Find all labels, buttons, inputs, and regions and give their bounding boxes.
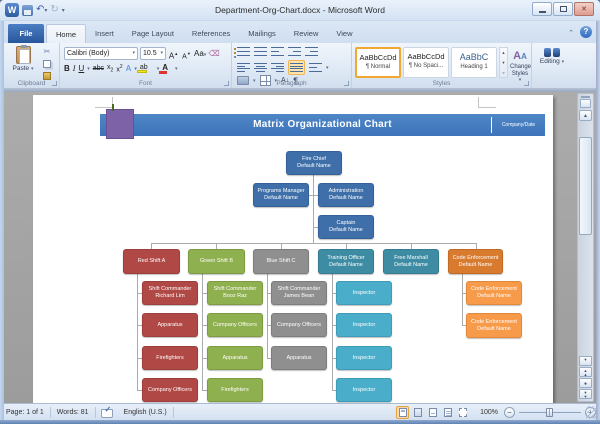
spell-check-icon[interactable] (100, 405, 113, 418)
org-connector (267, 274, 268, 359)
code-enforcement-1-box[interactable]: Code Enforcement Default Name (466, 281, 522, 305)
status-bar: Page: 1 of 1 Words: 81 English (U.S.) 10… (0, 403, 600, 420)
shift-commander-red-box[interactable]: Shift Commander Richard Lim (142, 281, 198, 305)
green-shift-b-box[interactable]: Green Shift B (188, 249, 245, 274)
captain-box[interactable]: Captain Default Name (318, 215, 374, 239)
scroll-up-button[interactable]: ▲ (579, 110, 592, 121)
zoom-slider[interactable] (519, 406, 581, 419)
window-border-left (0, 21, 4, 420)
red-shift-a-box[interactable]: Red Shift A (123, 249, 180, 274)
zoom-out-button[interactable]: − (504, 406, 515, 418)
view-ruler-button[interactable] (580, 99, 591, 108)
view-web-layout-button[interactable] (426, 406, 439, 419)
firefighters-red-box[interactable]: Firefighters (142, 346, 198, 370)
zoom-level[interactable]: 100% (480, 409, 498, 416)
word-window: W ↶▾ ↻ ▾ Department-Org-Chart.docx - Mic… (0, 0, 600, 424)
scroll-down-button[interactable]: ▼ (579, 356, 592, 366)
firefighters-green-box[interactable]: Firefighters (207, 378, 263, 402)
org-connector (137, 274, 138, 391)
next-page-button[interactable]: ▼ ▼ (579, 389, 592, 399)
page-indicator[interactable]: Page: 1 of 1 (0, 409, 50, 416)
inspector-3-box[interactable]: Inspector (336, 346, 392, 370)
window-border-right (596, 21, 600, 420)
word-count[interactable]: Words: 81 (51, 409, 95, 416)
inspector-4-box[interactable]: Inspector (336, 378, 392, 402)
zoom-slider-thumb[interactable] (546, 407, 553, 417)
fire-chief-box[interactable]: Fire Chief Default Name (286, 151, 342, 175)
select-browse-object-button[interactable]: ● (579, 378, 592, 388)
window-border-bottom (0, 420, 600, 424)
code-enforcement-box[interactable]: Code Enforcement Default Name (448, 249, 503, 274)
company-officers-gray-box[interactable]: Company Officers (271, 313, 327, 337)
programs-manager-box[interactable]: Programs Manager Default Name (253, 183, 309, 207)
inspector-1-box[interactable]: Inspector (336, 281, 392, 305)
view-full-screen-button[interactable] (411, 406, 424, 419)
apparatus-red-box[interactable]: Apparatus (142, 313, 198, 337)
administration-box[interactable]: Administration Default Name (318, 183, 374, 207)
apparatus-green-box[interactable]: Apparatus (207, 346, 263, 370)
view-print-layout-button[interactable] (396, 405, 410, 419)
training-officer-box[interactable]: Training Officer Default Name (318, 249, 374, 274)
org-connector (332, 274, 333, 391)
inspector-2-box[interactable]: Inspector (336, 313, 392, 337)
view-draft-button[interactable] (456, 406, 469, 419)
vertical-scrollbar[interactable]: ▲ ▼ ▲ ▲ ● ▼ ▼ (577, 93, 594, 402)
previous-page-button[interactable]: ▲ ▲ (579, 367, 592, 377)
org-connector (313, 175, 314, 244)
blue-shift-c-box[interactable]: Blue Shift C (253, 249, 309, 274)
scroll-thumb[interactable] (579, 137, 592, 235)
company-officers-red-box[interactable]: Company Officers (142, 378, 198, 402)
apparatus-gray-box[interactable]: Apparatus (271, 346, 327, 370)
company-officers-green-box[interactable]: Company Officers (207, 313, 263, 337)
org-chart: Fire Chief Default Name Programs Manager De… (0, 0, 600, 424)
org-connector (202, 274, 203, 391)
language-indicator[interactable]: English (U.S.) (118, 409, 173, 416)
split-handle[interactable] (581, 96, 590, 98)
shift-commander-gray-box[interactable]: Shift Commander James Bean (271, 281, 327, 305)
free-marshall-box[interactable]: Free Marshall Default Name (383, 249, 439, 274)
code-enforcement-2-box[interactable]: Code Enforcement Default Name (466, 313, 522, 338)
org-connector (151, 243, 477, 244)
view-outline-button[interactable] (441, 406, 454, 419)
org-connector (462, 274, 463, 326)
shift-commander-green-box[interactable]: Shift Commander Booz Raz (207, 281, 263, 305)
